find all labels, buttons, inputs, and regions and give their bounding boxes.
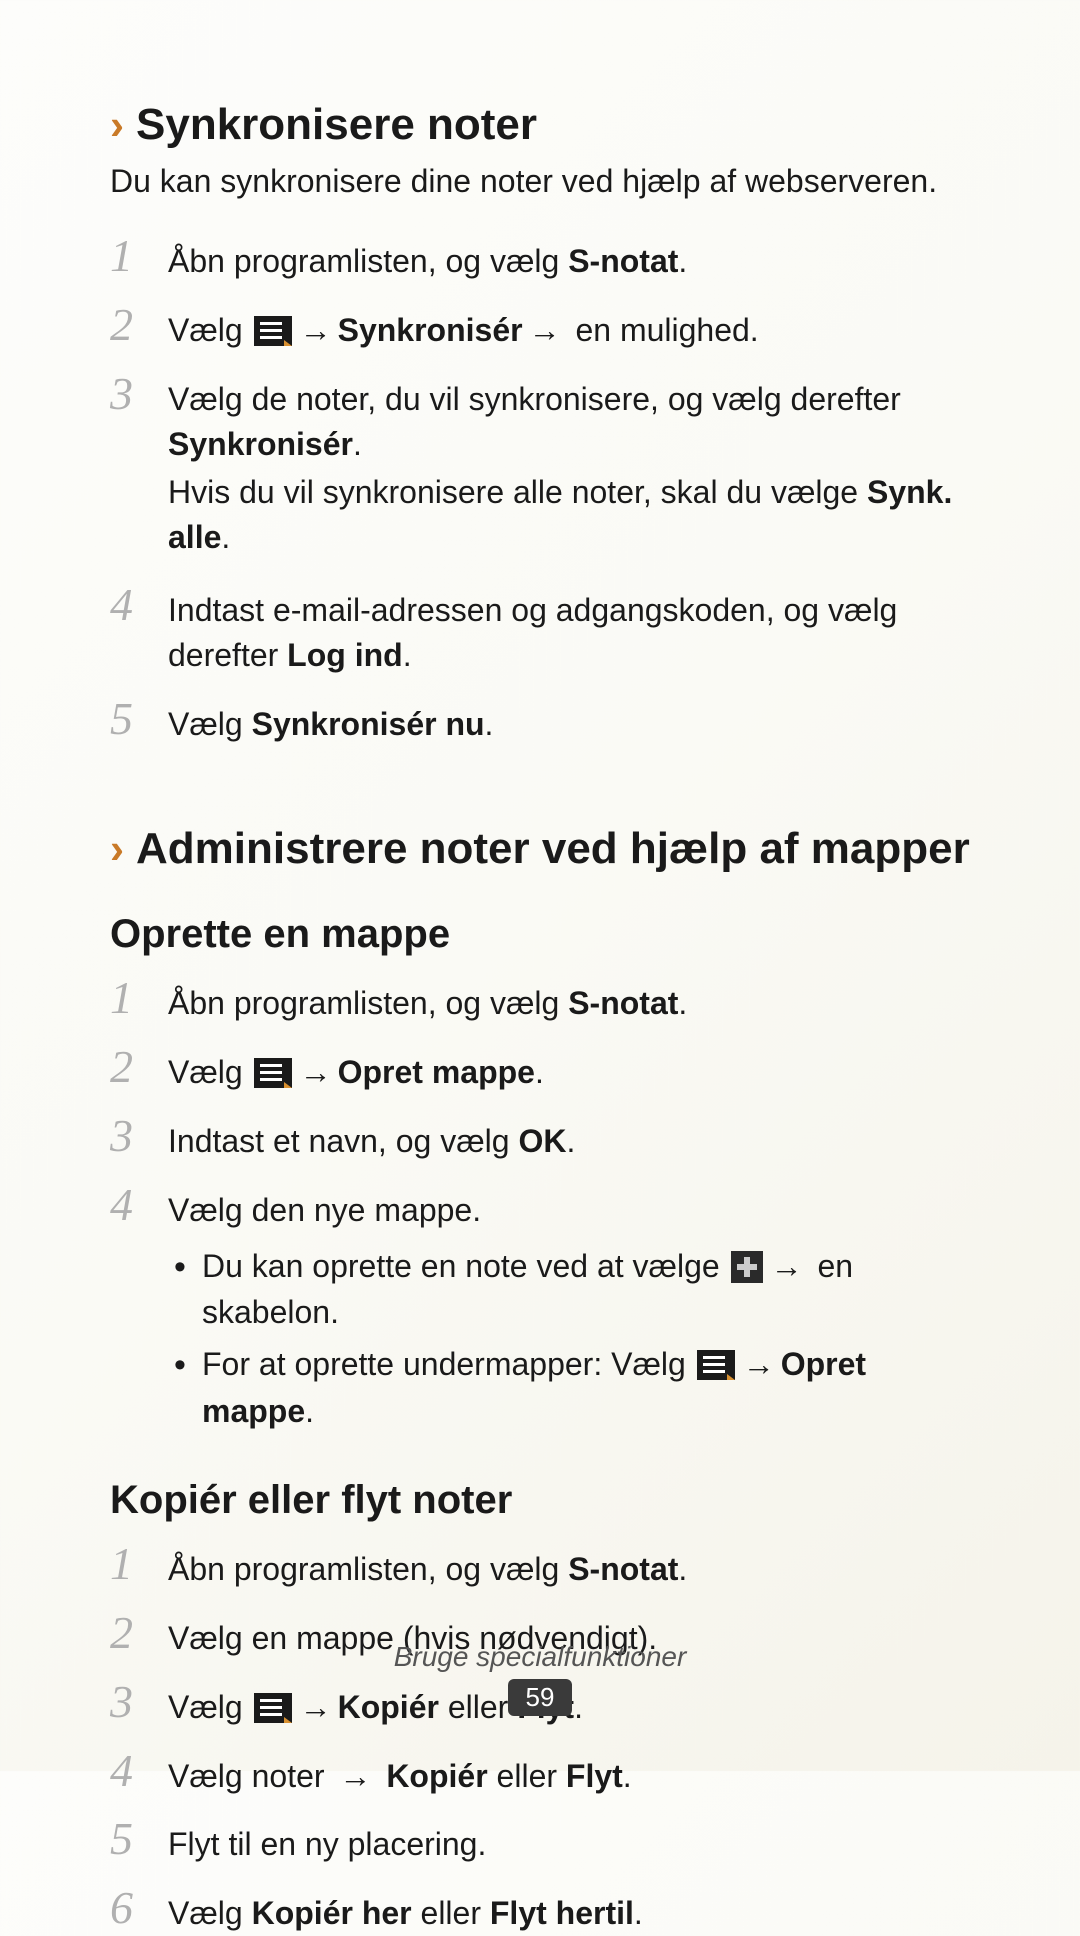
menu-icon	[254, 1058, 292, 1088]
step-number: 5	[110, 1816, 168, 1862]
step-number: 1	[110, 1541, 168, 1587]
section-heading-manage: › Administrere noter ved hjælp af mapper	[110, 824, 970, 874]
bullet-item: For at oprette undermapper: Vælg →Opret …	[168, 1341, 970, 1434]
step-item: 2 Vælg →Opret mappe.	[110, 1044, 970, 1095]
step-number: 6	[110, 1885, 168, 1931]
subheading-create-folder: Oprette en mappe	[110, 912, 970, 957]
step-number: 1	[110, 975, 168, 1021]
step-number: 4	[110, 582, 168, 628]
step-text: Vælg →Opret mappe.	[168, 1044, 970, 1095]
step-number: 4	[110, 1182, 168, 1228]
step-text: Vælg →Synkronisér→ en mulighed.	[168, 302, 970, 353]
step-text: Vælg noter → Kopiér eller Flyt.	[168, 1748, 970, 1799]
chevron-icon: ›	[110, 104, 124, 146]
step-number: 3	[110, 1113, 168, 1159]
chevron-icon: ›	[110, 828, 124, 870]
plus-icon	[731, 1251, 763, 1283]
step-item: 1 Åbn programlisten, og vælg S-notat.	[110, 975, 970, 1026]
bullet-item: Du kan oprette en note ved at vælge → en…	[168, 1243, 970, 1336]
step-item: 5 Flyt til en ny placering.	[110, 1816, 970, 1867]
step-item: 3 Vælg de noter, du vil synkronisere, og…	[110, 371, 970, 564]
steps-list-sync: 1 Åbn programlisten, og vælg S-notat. 2 …	[110, 233, 970, 746]
step-item: 1 Åbn programlisten, og vælg S-notat.	[110, 233, 970, 284]
section-title: Administrere noter ved hjælp af mapper	[136, 824, 970, 874]
section-heading-sync: › Synkronisere noter	[110, 100, 970, 150]
menu-icon	[254, 316, 292, 346]
menu-icon	[697, 1350, 735, 1380]
step-text: Flyt til en ny placering.	[168, 1816, 970, 1867]
steps-list-create: 1 Åbn programlisten, og vælg S-notat. 2 …	[110, 975, 970, 1440]
step-text: Indtast e-mail-adressen og adgangskoden,…	[168, 582, 970, 678]
step-number: 1	[110, 233, 168, 279]
step-text: Åbn programlisten, og vælg S-notat.	[168, 975, 970, 1026]
step-item: 4 Indtast e-mail-adressen og adgangskode…	[110, 582, 970, 678]
step-number: 5	[110, 696, 168, 742]
step-text: Åbn programlisten, og vælg S-notat.	[168, 1541, 970, 1592]
page-number: 59	[508, 1679, 573, 1716]
step-text: Vælg den nye mappe. Du kan oprette en no…	[168, 1182, 970, 1440]
section-intro: Du kan synkronisere dine noter ved hjælp…	[110, 160, 970, 203]
step-item: 4 Vælg den nye mappe. Du kan oprette en …	[110, 1182, 970, 1440]
step-item: 1 Åbn programlisten, og vælg S-notat.	[110, 1541, 970, 1592]
step-number: 3	[110, 371, 168, 417]
step-item: 4 Vælg noter → Kopiér eller Flyt.	[110, 1748, 970, 1799]
step-text: Vælg de noter, du vil synkronisere, og v…	[168, 371, 970, 564]
footer-text: Bruge specialfunktioner	[0, 1641, 1080, 1673]
step-text: Åbn programlisten, og vælg S-notat.	[168, 233, 970, 284]
step-item: 5 Vælg Synkronisér nu.	[110, 696, 970, 747]
bullet-list: Du kan oprette en note ved at vælge → en…	[168, 1243, 970, 1435]
step-item: 6 Vælg Kopiér her eller Flyt hertil.	[110, 1885, 970, 1936]
steps-list-copymove: 1 Åbn programlisten, og vælg S-notat. 2 …	[110, 1541, 970, 1936]
step-item: 3 Indtast et navn, og vælg OK.	[110, 1113, 970, 1164]
section-title: Synkronisere noter	[136, 100, 537, 150]
step-number: 2	[110, 1044, 168, 1090]
step-number: 2	[110, 302, 168, 348]
step-text: Vælg Synkronisér nu.	[168, 696, 970, 747]
step-text: Indtast et navn, og vælg OK.	[168, 1113, 970, 1164]
subheading-copy-move: Kopiér eller flyt noter	[110, 1478, 970, 1523]
step-text: Vælg Kopiér her eller Flyt hertil.	[168, 1885, 970, 1936]
page-footer: Bruge specialfunktioner 59	[0, 1641, 1080, 1716]
step-item: 2 Vælg →Synkronisér→ en mulighed.	[110, 302, 970, 353]
